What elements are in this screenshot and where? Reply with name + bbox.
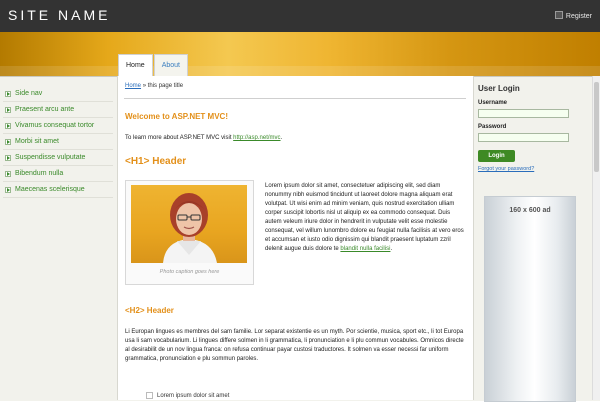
content-divider xyxy=(124,98,466,99)
header-banner xyxy=(0,32,600,76)
lorem-link[interactable]: blandit nulla facilisi xyxy=(340,246,390,252)
list-item: Lorem ipsum dolor sit amet xyxy=(146,392,229,399)
side-nav-item[interactable]: Praesent arcu ante xyxy=(3,102,113,118)
username-label: Username xyxy=(478,100,508,106)
intro-label: To learn more about ASP.NET MVC visit xyxy=(125,135,232,141)
ad-banner[interactable]: 160 x 600 ad xyxy=(484,196,576,402)
intro-text: To learn more about ASP.NET MVC visit ht… xyxy=(125,135,282,141)
bullet-icon xyxy=(146,392,153,399)
register-label: Register xyxy=(565,13,592,20)
breadcrumb-current: this page title xyxy=(147,83,184,89)
intro-end: . xyxy=(280,135,283,141)
side-nav-label: Vivamus consequat tortor xyxy=(15,122,95,129)
right-sidebar: User Login Username Password Login Forgo… xyxy=(473,76,600,402)
tab-about[interactable]: About xyxy=(153,54,188,76)
scrollbar-thumb[interactable] xyxy=(594,82,599,172)
body-paragraph: Li Europan lingues es membres del sam fa… xyxy=(125,329,464,362)
photo-caption: Photo caption goes here xyxy=(159,269,220,275)
top-bar: SITE NAME Register xyxy=(0,0,600,32)
side-nav-item[interactable]: Morbi sit amet xyxy=(3,134,113,150)
side-nav-item[interactable]: Suspendisse vulputate xyxy=(3,150,113,166)
side-nav-label: Suspendisse vulputate xyxy=(15,154,86,161)
main-tabs: Home About xyxy=(118,54,189,76)
main-content: Home » this page title Welcome to ASP.NE… xyxy=(117,76,474,400)
arrow-icon xyxy=(5,154,11,161)
tab-home[interactable]: Home xyxy=(118,54,153,76)
portrait-photo xyxy=(131,185,247,263)
register-link[interactable]: Register xyxy=(554,11,592,20)
side-nav-item[interactable]: Side nav xyxy=(3,86,113,102)
list-item-label: Lorem ipsum dolor sit amet xyxy=(157,392,230,399)
side-nav: Side nav Praesent arcu ante Vivamus cons… xyxy=(3,86,113,198)
side-nav-label: Maecenas scelerisque xyxy=(15,186,85,193)
arrow-icon xyxy=(5,186,11,193)
register-icon xyxy=(554,11,563,19)
lorem-paragraph: Lorem ipsum dolor sit amet, consectetuer… xyxy=(265,182,467,254)
arrow-icon xyxy=(5,170,11,177)
side-nav-label: Side nav xyxy=(15,90,43,97)
side-nav-item[interactable]: Maecenas scelerisque xyxy=(3,182,113,198)
lorem-text: Lorem ipsum dolor sit amet, consectetuer… xyxy=(265,183,464,252)
lorem-end: . xyxy=(390,246,393,252)
vertical-scrollbar[interactable] xyxy=(592,76,600,400)
login-title: User Login xyxy=(478,84,520,93)
password-label: Password xyxy=(478,124,507,130)
username-field[interactable] xyxy=(478,109,569,118)
side-nav-label: Bibendum nulla xyxy=(15,170,64,177)
arrow-icon xyxy=(5,138,11,145)
site-name[interactable]: SITE NAME xyxy=(8,7,110,23)
asp-net-link[interactable]: http://asp.net/mvc xyxy=(233,135,280,141)
side-nav-item[interactable]: Bibendum nulla xyxy=(3,166,113,182)
arrow-icon xyxy=(5,122,11,129)
h1-header: <H1> Header xyxy=(125,156,187,167)
breadcrumb: Home » this page title xyxy=(125,83,183,89)
portrait-illustration xyxy=(163,193,217,263)
forgot-password-link[interactable]: Forgot your password? xyxy=(478,166,534,172)
side-nav-label: Praesent arcu ante xyxy=(15,106,75,113)
welcome-heading: Welcome to ASP.NET MVC! xyxy=(125,112,228,121)
login-button[interactable]: Login xyxy=(478,150,515,162)
side-nav-label: Morbi sit amet xyxy=(15,138,59,145)
arrow-icon xyxy=(5,106,11,113)
side-nav-item[interactable]: Vivamus consequat tortor xyxy=(3,118,113,134)
photo-frame: Photo caption goes here xyxy=(125,180,254,285)
arrow-icon xyxy=(5,90,11,97)
breadcrumb-separator: » xyxy=(142,83,147,89)
breadcrumb-home-link[interactable]: Home xyxy=(125,83,141,89)
ad-label: 160 x 600 ad xyxy=(509,207,551,214)
h2-header: <H2> Header xyxy=(125,306,174,315)
password-field[interactable] xyxy=(478,133,569,142)
